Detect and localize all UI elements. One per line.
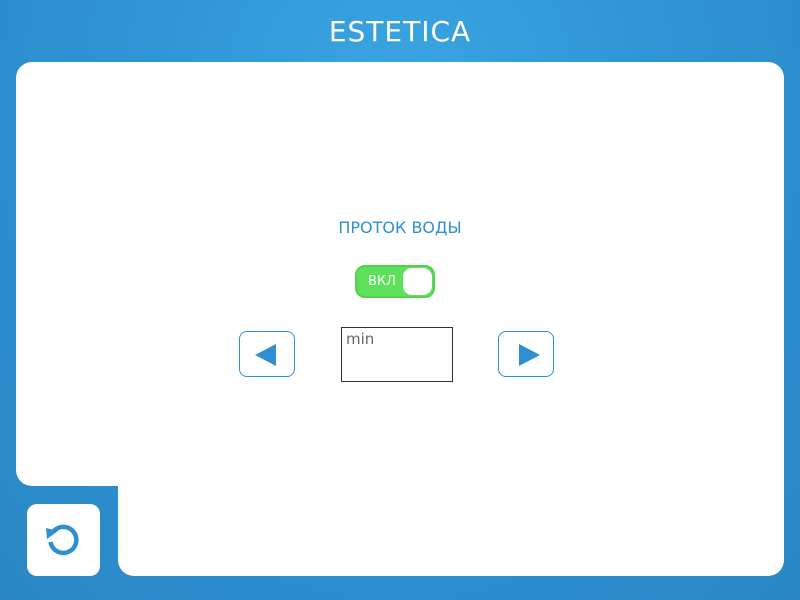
triangle-right-icon <box>519 344 540 366</box>
reset-button[interactable] <box>27 504 100 576</box>
increase-button[interactable] <box>498 331 554 377</box>
app-title: ESTETICA <box>328 15 472 48</box>
main-panel-bottom <box>118 470 784 576</box>
toggle-label: ВКЛ <box>368 274 396 289</box>
value-field: min <box>341 327 453 382</box>
toggle-knob <box>403 268 432 295</box>
value-unit: min <box>346 330 375 348</box>
refresh-icon <box>46 524 79 556</box>
water-flow-toggle[interactable]: ВКЛ <box>355 265 435 298</box>
decrease-button[interactable] <box>239 331 295 377</box>
triangle-left-icon <box>255 344 276 366</box>
section-title: ПРОТОК ВОДЫ <box>338 218 462 237</box>
